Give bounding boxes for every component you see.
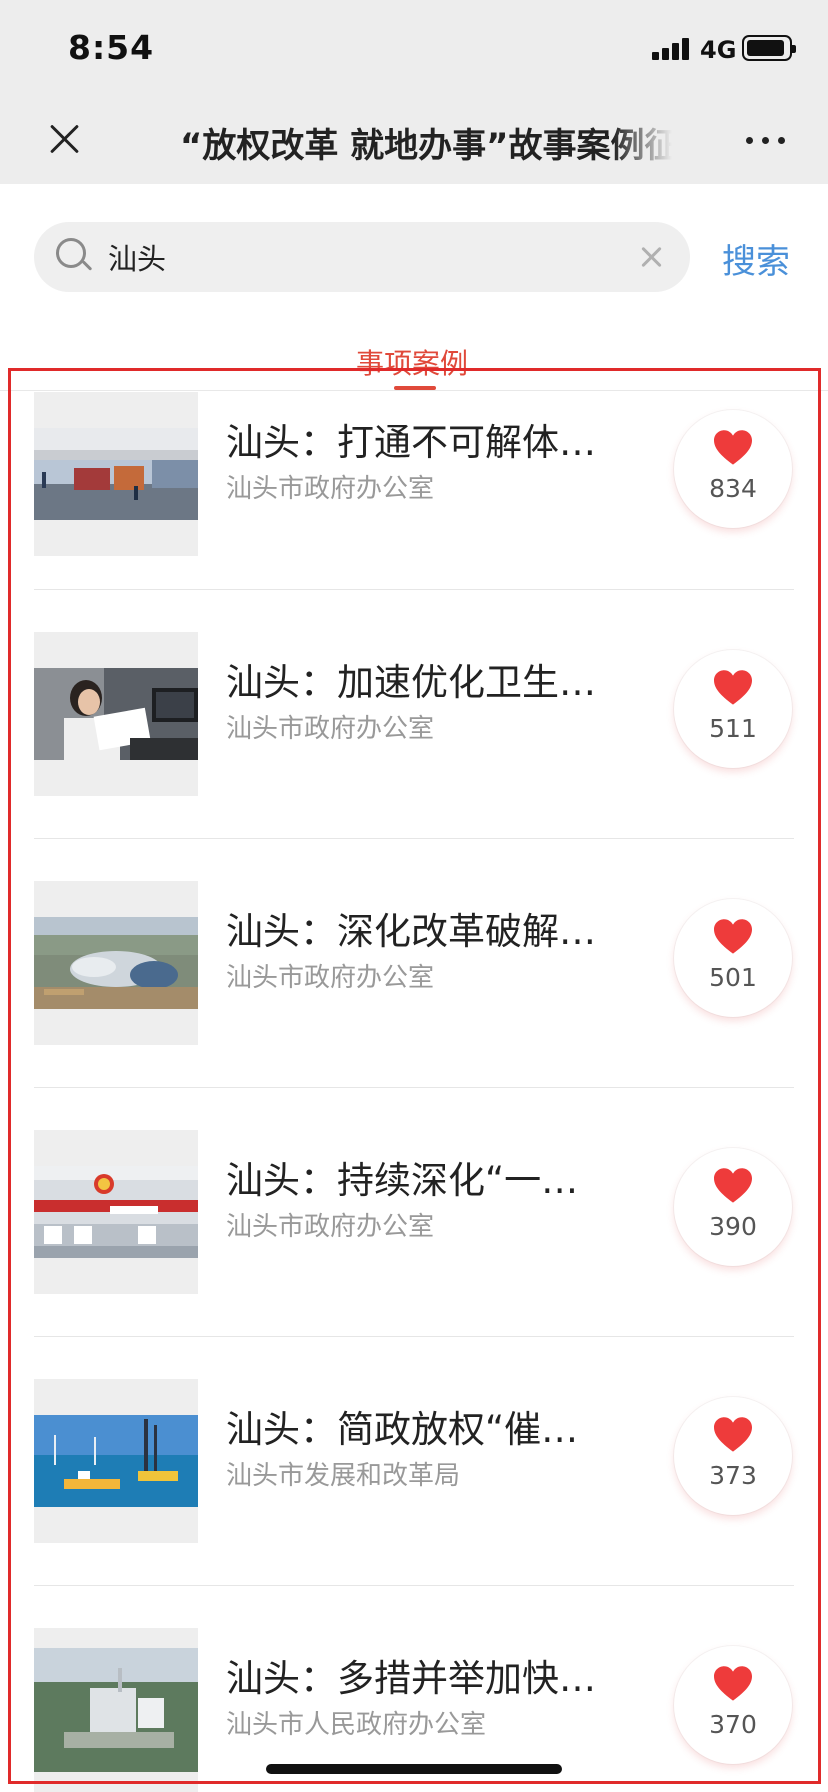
clear-icon[interactable] [640, 246, 662, 268]
search-button[interactable]: 搜索 [722, 234, 790, 283]
network-type: 4G [700, 36, 737, 64]
search-icon [56, 238, 94, 276]
status-bar: 8:54 4G [0, 0, 828, 96]
page-title: “放权改革 就地办事”故事案例征 [180, 126, 672, 164]
status-time: 8:54 [68, 28, 155, 67]
close-icon[interactable] [42, 116, 88, 162]
nav-bar: “放权改革 就地办事”故事案例征 [0, 96, 828, 184]
more-options-icon[interactable] [742, 120, 788, 160]
home-indicator[interactable] [266, 1764, 562, 1774]
highlight-frame [8, 368, 821, 1784]
search-input[interactable] [108, 234, 608, 280]
battery-icon [742, 35, 796, 61]
search-bar[interactable] [34, 222, 690, 292]
cellular-signal-icon [652, 38, 694, 60]
